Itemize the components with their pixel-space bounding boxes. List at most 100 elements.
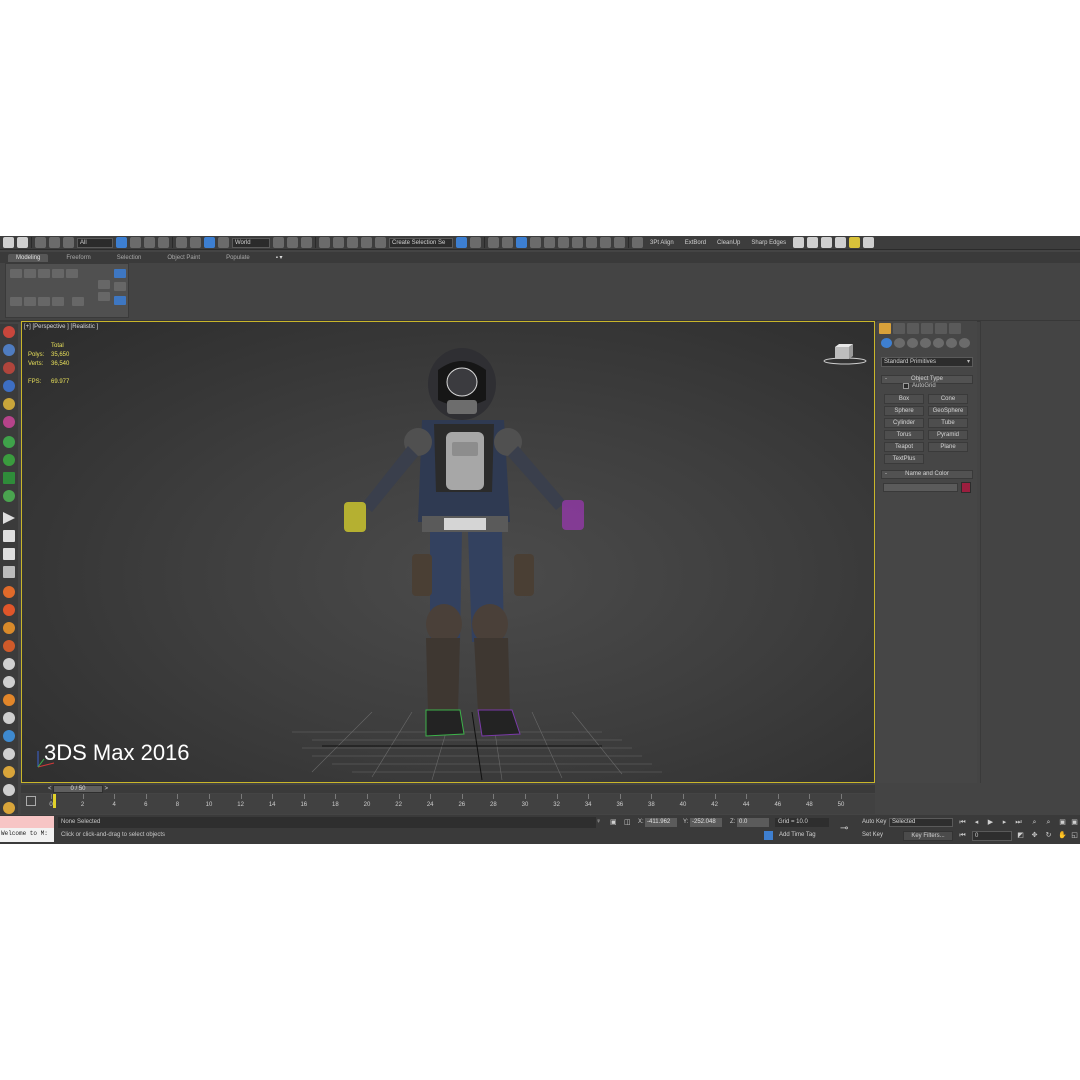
select-by-name-icon[interactable]: [130, 237, 141, 248]
render-setup-icon[interactable]: [558, 237, 569, 248]
ribbon-tool-icon[interactable]: [38, 297, 50, 306]
go-to-start-icon[interactable]: ⏮: [958, 818, 967, 827]
tool-icon[interactable]: [3, 658, 15, 670]
ribbon-options-icon[interactable]: ▪ ▾: [268, 253, 291, 262]
y-field[interactable]: -252.048: [690, 818, 722, 827]
ribbon-tool-icon[interactable]: [10, 269, 22, 278]
help-icon[interactable]: [863, 237, 875, 248]
bucket-icon[interactable]: [3, 802, 15, 814]
orbit-icon[interactable]: ↻: [1044, 831, 1053, 840]
arrow-right-icon[interactable]: [3, 454, 15, 466]
placement-icon[interactable]: [218, 237, 229, 248]
torus-button[interactable]: Torus: [884, 430, 924, 440]
time-tag-icon[interactable]: [764, 831, 773, 840]
create-light-icon[interactable]: [3, 380, 15, 392]
key-filters-button[interactable]: Key Filters...: [903, 831, 953, 841]
redo-icon[interactable]: [17, 237, 28, 248]
tab-object-paint[interactable]: Object Paint: [159, 254, 208, 262]
ribbon-tool-icon[interactable]: [52, 269, 64, 278]
teapot-button[interactable]: Teapot: [884, 442, 924, 452]
lock-icon[interactable]: ▣: [610, 818, 617, 826]
ribbon-tool-icon[interactable]: [24, 297, 36, 306]
curve-editor-mini-icon[interactable]: [26, 796, 36, 806]
field-of-view-icon[interactable]: ◩: [1016, 831, 1025, 840]
zoom-icon[interactable]: ⌕: [1030, 818, 1039, 827]
pyramid-button[interactable]: Pyramid: [928, 430, 968, 440]
fire-icon[interactable]: [3, 604, 15, 616]
pan-icon[interactable]: ✥: [1030, 831, 1039, 840]
key-mode-dropdown[interactable]: Selected: [889, 818, 953, 827]
percent-snap-icon[interactable]: [347, 237, 358, 248]
tab-freeform[interactable]: Freeform: [58, 254, 98, 262]
maxscript-listener[interactable]: Welcome to M:: [0, 816, 54, 842]
select-manipulate-icon[interactable]: [287, 237, 298, 248]
timeline-ruler[interactable]: 0 2 4 6 8 10 12 14 16 18 20 22 24 26 28 30 32 34 36 38 40 42 4…: [49, 794, 844, 814]
keyboard-shortcut-override-icon[interactable]: [301, 237, 312, 248]
autogrid-checkbox[interactable]: AutoGrid: [903, 383, 936, 389]
create-shape-icon[interactable]: [3, 344, 15, 356]
rendered-frame-window-icon[interactable]: [572, 237, 583, 248]
ribbon-tool-icon[interactable]: [72, 297, 84, 306]
create-tab-icon[interactable]: [879, 323, 891, 334]
menu-extbord[interactable]: ExtBord: [681, 240, 710, 246]
systems-icon[interactable]: [959, 338, 970, 348]
ribbon-tool-icon[interactable]: [114, 296, 126, 305]
rectangular-region-icon[interactable]: [144, 237, 155, 248]
hand-icon[interactable]: ✋: [1058, 831, 1067, 840]
pivot-center-icon[interactable]: [273, 237, 284, 248]
track-bar[interactable]: 0 2 4 6 8 10 12 14 16 18 20 22 24 26 28 30 32 34 36 38 40 42 4…: [21, 794, 875, 814]
lightbulb-icon[interactable]: [849, 237, 861, 248]
utilities-tab-icon[interactable]: [949, 323, 961, 334]
move-icon[interactable]: [176, 237, 187, 248]
reference-coordinate-dropdown[interactable]: World: [232, 237, 270, 248]
named-selection-sets-dropdown[interactable]: Create Selection Se: [389, 237, 453, 248]
primitive-category-dropdown[interactable]: Standard Primitives: [881, 357, 973, 367]
selection-filter-dropdown[interactable]: All: [77, 237, 113, 248]
grid-icon[interactable]: [3, 472, 15, 484]
mirror-icon[interactable]: [456, 237, 467, 248]
align-icon[interactable]: [470, 237, 481, 248]
tool-icon[interactable]: [3, 748, 15, 760]
auto-key-button[interactable]: Auto Key: [862, 819, 886, 825]
ribbon-tool-icon[interactable]: [52, 297, 64, 306]
schematic-view-icon[interactable]: [530, 237, 541, 248]
angle-snap-icon[interactable]: [333, 237, 344, 248]
render-production-icon[interactable]: [586, 237, 597, 248]
create-camera-icon[interactable]: [3, 398, 15, 410]
tool-icon[interactable]: [3, 676, 15, 688]
ribbon-tool-icon[interactable]: [10, 297, 22, 306]
textplus-button[interactable]: TextPlus: [884, 454, 924, 464]
layer-explorer-icon[interactable]: [488, 237, 499, 248]
create-object-icon[interactable]: [3, 326, 15, 338]
character-model[interactable]: [322, 342, 622, 752]
flag-icon[interactable]: [835, 237, 847, 248]
x-field[interactable]: -411.962: [645, 818, 677, 827]
transform-mode-icon[interactable]: ◫: [624, 818, 631, 826]
toggle-ribbon-icon[interactable]: [502, 237, 513, 248]
menu-sharp-edges[interactable]: Sharp Edges: [747, 240, 790, 246]
edit-named-selections-icon[interactable]: [375, 237, 386, 248]
unlink-icon[interactable]: [49, 237, 60, 248]
helpers-icon[interactable]: [933, 338, 944, 348]
ribbon-tool-icon[interactable]: [114, 282, 126, 291]
bind-space-warp-icon[interactable]: [63, 237, 74, 248]
particle-icon[interactable]: [3, 436, 15, 448]
next-frame-icon[interactable]: ▸: [1000, 818, 1009, 827]
bucket-icon[interactable]: [3, 766, 15, 778]
geosphere-button[interactable]: GeoSphere: [928, 406, 968, 416]
time-next-button[interactable]: >: [104, 786, 108, 792]
isolate-selection-icon[interactable]: ♀: [596, 818, 601, 825]
ribbon-tool-icon[interactable]: [98, 280, 110, 289]
time-slider[interactable]: < 0 / 50 >: [21, 785, 875, 793]
time-prev-button[interactable]: <: [48, 786, 52, 792]
cloud-outline-icon[interactable]: [807, 237, 819, 248]
z-field[interactable]: 0.0: [737, 818, 769, 827]
go-to-end-icon[interactable]: ⏭: [1014, 818, 1023, 827]
tab-populate[interactable]: Populate: [218, 254, 258, 262]
play-icon[interactable]: [3, 512, 15, 524]
zoom-extents-all-icon[interactable]: ▣: [1070, 818, 1079, 827]
menu-cleanup[interactable]: CleanUp: [713, 240, 744, 246]
previous-frame-icon[interactable]: ◂: [972, 818, 981, 827]
box-button[interactable]: Box: [884, 394, 924, 404]
time-slider-thumb[interactable]: < 0 / 50 >: [48, 785, 108, 793]
